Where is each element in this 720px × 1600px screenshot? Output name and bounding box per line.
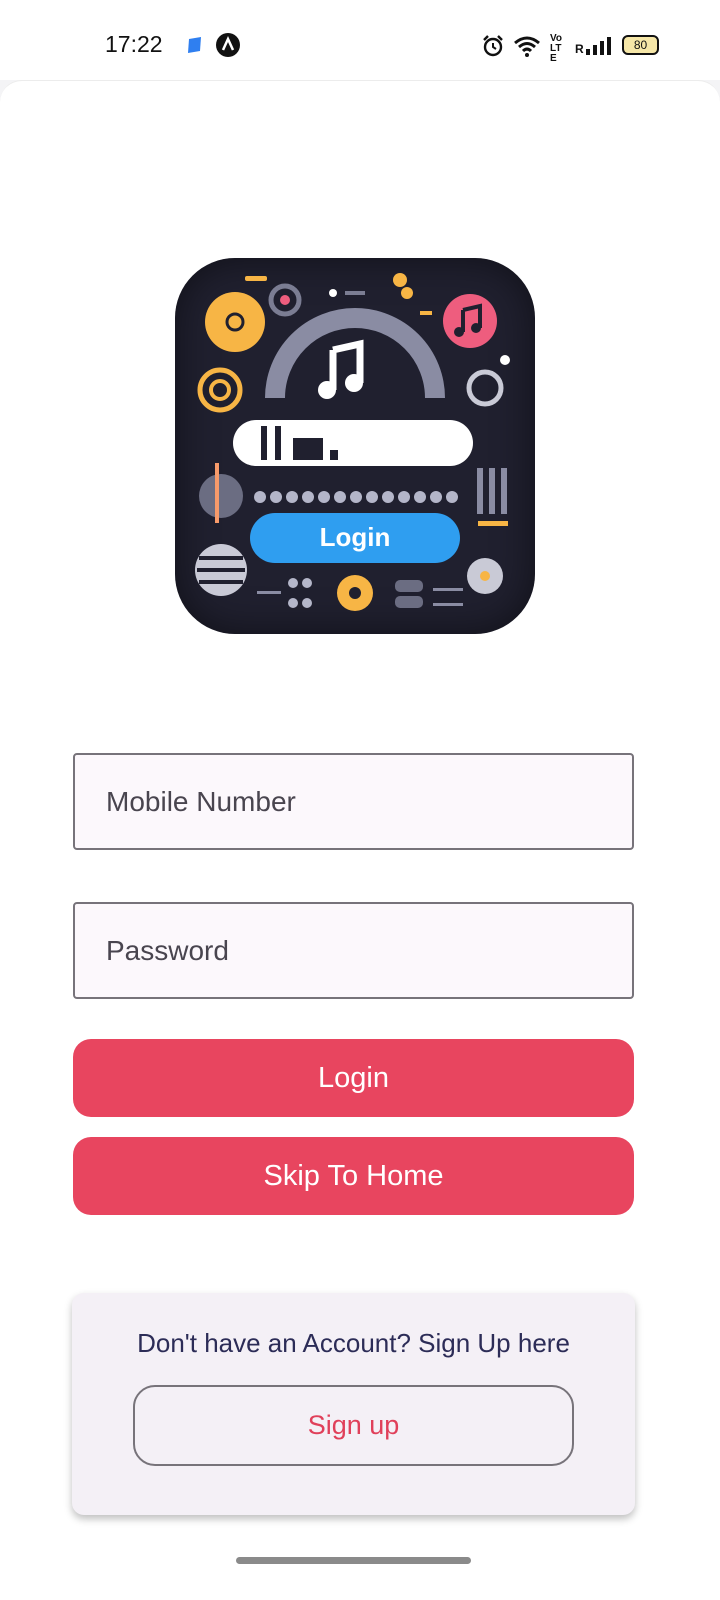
notification-app-icon xyxy=(188,37,201,53)
password-field[interactable] xyxy=(73,902,634,999)
navigation-app-icon xyxy=(216,33,240,57)
wifi-icon xyxy=(514,36,540,57)
password-input[interactable] xyxy=(75,904,632,997)
battery-icon: 80 xyxy=(622,35,659,55)
volte-label: Vo LTE xyxy=(550,33,563,64)
status-bar: 17:22 Vo LTE R 80 xyxy=(0,0,720,80)
status-time: 17:22 xyxy=(105,31,163,57)
signal-icon xyxy=(586,37,611,55)
battery-level: 80 xyxy=(633,38,648,52)
skip-to-home-button[interactable]: Skip To Home xyxy=(73,1137,634,1215)
mobile-number-field[interactable] xyxy=(73,753,634,850)
home-indicator[interactable] xyxy=(236,1557,471,1564)
signup-panel: Don't have an Account? Sign Up here Sign… xyxy=(72,1293,635,1515)
login-button[interactable]: Login xyxy=(73,1039,634,1117)
logo-login-text: Login xyxy=(320,522,391,552)
mobile-number-input[interactable] xyxy=(75,755,632,848)
roaming-label: R xyxy=(575,42,584,56)
alarm-icon xyxy=(483,35,503,57)
app-logo: Login xyxy=(175,258,535,634)
signup-button[interactable]: Sign up xyxy=(133,1385,574,1466)
music-login-logo-icon: Login xyxy=(195,273,510,611)
signup-prompt: Don't have an Account? Sign Up here xyxy=(137,1328,570,1358)
